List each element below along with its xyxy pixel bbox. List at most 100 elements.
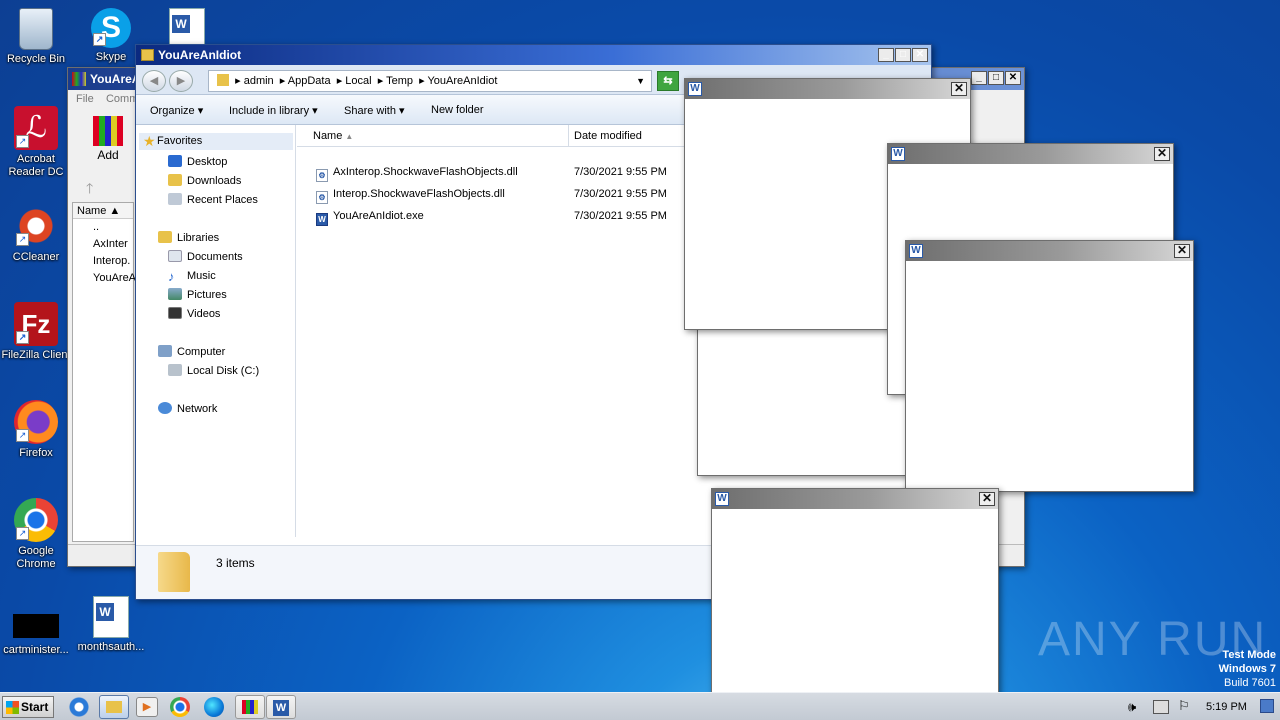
popup-window[interactable]: W ✕ (905, 240, 1194, 492)
breadcrumb-temp[interactable]: Temp (386, 75, 413, 87)
tray-clock[interactable]: 5:19 PM (1206, 701, 1247, 713)
file-row[interactable]: ⚙ AxInterop.ShockwaveFlashObjects.dll 7/30… (316, 166, 667, 182)
close-button[interactable]: ✕ (979, 492, 995, 506)
nav-pictures[interactable]: Pictures (168, 288, 227, 301)
up-arrow-icon[interactable]: 🡑 (86, 178, 93, 202)
firefox-icon: ↗ (14, 400, 58, 444)
nav-documents[interactable]: Documents (168, 250, 243, 263)
os-test-mode: Test Mode (1222, 649, 1276, 661)
desktop-icon-chrome[interactable]: ↗ Google Chrome (1, 498, 71, 571)
menu-commands[interactable]: Comm (106, 93, 138, 105)
ccleaner-icon: ↗ (14, 204, 58, 248)
desktop-icon-label: Firefox (19, 447, 53, 459)
winrar-col-name[interactable]: Name ▲ (73, 203, 133, 219)
popup-titlebar[interactable]: W ✕ (888, 144, 1173, 164)
explorer-title: YouAreAnIdiot (158, 48, 242, 62)
desktop-icon-monthsauth[interactable]: W monthsauth... (76, 596, 146, 654)
close-button[interactable]: ✕ (1154, 147, 1170, 161)
filezilla-icon: Fz ↗ (14, 302, 58, 346)
nav-videos[interactable]: Videos (168, 307, 220, 320)
nav-desktop[interactable]: Desktop (168, 155, 227, 168)
edge-icon[interactable] (204, 697, 224, 717)
documents-icon (168, 250, 182, 262)
nav-recent-places[interactable]: Recent Places (168, 193, 258, 206)
popup-window[interactable]: W ✕ (711, 488, 999, 720)
desktop-icon-label: Recycle Bin (6, 53, 66, 65)
close-button[interactable]: ✕ (1005, 71, 1021, 85)
minimize-button[interactable]: _ (878, 48, 894, 62)
nav-local-disk[interactable]: Local Disk (C:) (168, 364, 259, 377)
desktop-icon-ccleaner[interactable]: ↗ CCleaner (1, 204, 71, 264)
new-folder-button[interactable]: New folder (431, 104, 484, 116)
winrar-row[interactable]: YouAreA (73, 270, 136, 287)
column-name[interactable]: Name ▲ (313, 130, 353, 142)
address-bar[interactable]: ▸ admin ▸ AppData ▸ Local ▸ Temp ▸ YouAr… (208, 70, 652, 92)
close-button[interactable]: ✕ (912, 48, 928, 62)
word-doc-icon: W (93, 596, 129, 638)
winrar-row[interactable]: Interop. (73, 253, 133, 270)
minimize-button[interactable]: _ (971, 71, 987, 85)
column-date-modified[interactable]: Date modified (574, 130, 642, 142)
winrar-taskbar-icon[interactable] (235, 695, 265, 719)
explorer-titlebar[interactable]: YouAreAnIdiot _ □ ✕ (136, 45, 931, 65)
desktop-icon-label: Skype (95, 51, 127, 63)
ie-icon[interactable] (68, 697, 90, 717)
pictures-icon (168, 288, 182, 300)
dll-file-icon: ⚙ (316, 191, 328, 204)
breadcrumb-youareanidiot[interactable]: YouAreAnIdiot (427, 75, 497, 87)
column-divider[interactable] (568, 125, 569, 147)
winrar-row[interactable]: AxInter (73, 236, 133, 253)
breadcrumb-admin[interactable]: admin (244, 75, 274, 87)
back-button[interactable]: ◀ (142, 70, 166, 92)
organize-button[interactable]: Organize ▾ (150, 104, 203, 117)
winrar-row-parent[interactable]: .. (73, 219, 133, 236)
nav-favorites[interactable]: ★ Favorites (139, 133, 293, 150)
recycle-bin-icon (19, 8, 53, 50)
desktop-icon-acrobat[interactable]: ℒ ↗ Acrobat Reader DC (1, 106, 71, 179)
tray-network-icon[interactable] (1153, 700, 1169, 714)
desktop-icon-recycle-bin[interactable]: Recycle Bin (1, 8, 71, 66)
tray-flag-icon[interactable]: ⚐ (1178, 698, 1190, 714)
maximize-button[interactable]: □ (988, 71, 1004, 85)
chrome-icon[interactable] (170, 697, 190, 717)
music-icon: ♪ (168, 269, 175, 284)
winrar-add-button[interactable]: Add (88, 116, 128, 162)
file-row[interactable]: ⚙ Interop.ShockwaveFlashObjects.dll 7/30/2… (316, 188, 667, 204)
desktop-icon-label: Acrobat Reader DC (8, 153, 64, 178)
breadcrumb-appdata[interactable]: AppData (288, 75, 331, 87)
maximize-button[interactable]: □ (895, 48, 911, 62)
videos-icon (168, 307, 182, 319)
show-desktop-button[interactable] (1260, 699, 1274, 713)
breadcrumb-local[interactable]: Local (345, 75, 371, 87)
desktop-icon-filezilla[interactable]: Fz ↗ FileZilla Client (1, 302, 71, 362)
share-with-button[interactable]: Share with ▾ (344, 104, 405, 117)
popup-titlebar[interactable]: W ✕ (712, 489, 998, 509)
include-in-library-button[interactable]: Include in library ▾ (229, 104, 318, 117)
refresh-button[interactable]: ⇆ (657, 71, 679, 91)
media-player-icon[interactable]: ▶ (136, 697, 158, 717)
address-dropdown-icon[interactable]: ▼ (636, 71, 645, 91)
nav-downloads[interactable]: Downloads (168, 174, 241, 187)
start-button[interactable]: Start (2, 696, 54, 718)
nav-libraries[interactable]: Libraries (158, 231, 219, 244)
libraries-icon (158, 231, 172, 243)
desktop-icon-firefox[interactable]: ↗ Firefox (1, 400, 71, 460)
nav-network[interactable]: Network (158, 402, 217, 415)
word-app-icon: W (688, 82, 702, 96)
skype-icon: S ↗ (91, 8, 131, 48)
menu-file[interactable]: File (76, 93, 94, 105)
nav-music[interactable]: ♪ Music (168, 269, 216, 284)
desktop-icon-cartminister[interactable]: cartminister... (1, 614, 71, 657)
popup-titlebar[interactable]: W ✕ (685, 79, 970, 99)
nav-computer[interactable]: Computer (158, 345, 225, 358)
downloads-icon (168, 174, 182, 186)
close-button[interactable]: ✕ (951, 82, 967, 96)
popup-titlebar[interactable]: W ✕ (906, 241, 1193, 261)
explorer-taskbar-icon[interactable] (99, 695, 129, 719)
file-row[interactable]: W YouAreAnIdiot.exe 7/30/2021 9:55 PM (316, 210, 667, 226)
word-taskbar-icon[interactable]: W (266, 695, 296, 719)
dll-file-icon: ⚙ (316, 169, 328, 182)
close-button[interactable]: ✕ (1174, 244, 1190, 258)
tray-volume-icon[interactable]: 🕪 (1128, 699, 1136, 715)
forward-button[interactable]: ▶ (169, 70, 193, 92)
